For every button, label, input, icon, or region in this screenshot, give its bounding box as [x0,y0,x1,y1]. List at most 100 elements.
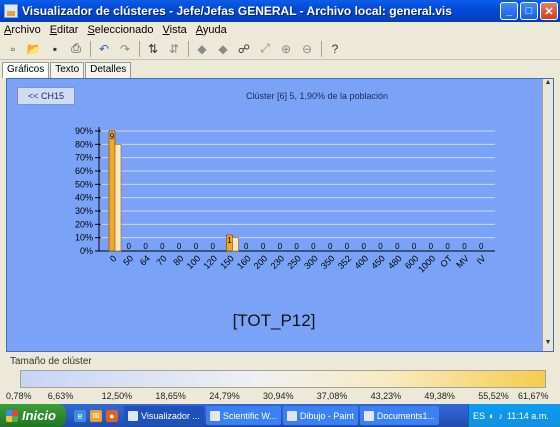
ie-icon[interactable]: e [74,409,86,422]
zoom-in-icon[interactable]: ⊕ [277,40,295,58]
data-label: 0 [479,242,484,251]
back-arrow-icon[interactable]: ◆ [193,40,211,58]
cluster-title: Clúster [6] 5, 1,90% de la población [245,91,389,101]
language-indicator[interactable]: ES [473,411,485,421]
binoculars-icon[interactable]: ☍ [235,40,253,58]
menu-archivo[interactable]: Archivo [4,24,41,36]
clock: 11:14 a.m. [506,410,549,421]
tab-graficos[interactable]: Gráficos [2,62,50,78]
x-tick-label: 250 [285,253,303,271]
task-label: Scientific W... [222,410,277,421]
open-icon[interactable]: 📂 [25,40,43,58]
data-label: 0 [261,242,266,251]
volume-icon[interactable]: ♪ [498,411,503,421]
task-label: Visualizador ... [141,410,200,421]
data-label: 0 [278,242,283,251]
y-tick-label: 20% [75,219,93,229]
tab-detalles[interactable]: Detalles [85,62,132,78]
data-label: 0 [412,242,417,251]
menu-editar[interactable]: Editar [50,24,79,36]
window-title: Visualizador de clústeres - Jefe/Jefas G… [22,4,452,18]
back-cluster-button[interactable]: << CH15 [17,87,75,105]
y-tick-label: 70% [75,153,93,163]
data-label: 0 [177,242,182,251]
x-tick-label: 1000 [416,253,437,274]
x-tick-label: 0 [108,253,119,264]
help-icon[interactable]: ? [326,40,344,58]
data-label: 1 [227,236,232,245]
data-label: 0 [194,242,199,251]
toolbar-separator [321,40,322,57]
scale-label: 55,52% [478,391,509,401]
data-label: 0 [127,242,132,251]
task-label: Dibujo - Paint [299,410,354,421]
menu-seleccionado[interactable]: Seleccionado [87,24,153,36]
scale-label: 24,79% [209,391,240,401]
y-tick-label: 30% [75,206,93,216]
scale-label: 43,23% [370,391,402,401]
redo-icon[interactable]: ↷ [116,40,134,58]
forward-arrow-icon[interactable]: ◆ [214,40,232,58]
task-scientific[interactable]: Scientific W... [205,406,281,425]
word-icon [363,410,374,421]
scale-label: 30,94% [263,391,294,401]
print-icon[interactable]: ⎙ [67,40,85,58]
scroll-down-icon[interactable]: ▼ [543,339,553,351]
minimize-button[interactable]: _ [500,2,518,20]
menu-ayuda[interactable]: Ayuda [196,24,227,36]
x-tick-label: 160 [235,253,253,271]
x-tick-label: 100 [185,253,203,271]
sort-icon[interactable]: ⇅ [144,40,162,58]
x-tick-label: 300 [302,253,320,271]
scroll-up-icon[interactable]: ▲ [543,79,553,91]
x-tick-label: 230 [269,253,287,271]
x-tick-label: 400 [352,253,370,271]
firefox-icon[interactable]: ● [106,409,118,422]
new-icon[interactable]: ▫ [4,40,22,58]
taskbar: Inicio e ✉ ● Visualizador ... Scientific… [0,404,560,427]
start-label: Inicio [22,408,56,423]
tab-texto[interactable]: Texto [50,62,85,78]
y-tick-label: 60% [75,166,93,176]
save-icon[interactable]: ▪ [46,40,64,58]
task-visualizador[interactable]: Visualizador ... [124,406,204,425]
menu-vista[interactable]: Vista [163,24,187,36]
system-tray: ES ◐ ♪ 11:14 a.m. [468,404,560,427]
toolbar: ▫ 📂 ▪ ⎙ ↶ ↷ ⇅ ⇵ ◆ ◆ ☍ ⤢ ⊕ ⊖ ? [0,38,560,60]
tray-icon[interactable]: ◐ [489,411,494,421]
undo-icon[interactable]: ↶ [95,40,113,58]
filter-icon[interactable]: ⇵ [165,40,183,58]
vertical-scrollbar[interactable]: ▲ ▼ [542,79,553,351]
close-button[interactable]: ✕ [540,2,558,20]
title-bar: Visualizador de clústeres - Jefe/Jefas G… [0,0,560,22]
x-tick-label: MV [454,253,471,270]
x-tick-label: 200 [252,253,270,271]
scale-label: 0,78% [6,391,32,401]
bar [108,130,116,252]
x-tick-label: 120 [201,253,219,271]
x-tick-label: 64 [138,253,152,267]
data-label: 0 [311,242,316,251]
app-icon [4,4,18,18]
data-label: 0 [160,242,165,251]
outlook-icon[interactable]: ✉ [90,409,102,422]
data-label: 0 [462,242,467,251]
zoom-out-icon[interactable]: ⊖ [298,40,316,58]
maximize-button[interactable]: □ [520,2,538,20]
toolbar-separator [188,40,189,57]
data-label: 9 [110,132,115,141]
windows-logo-icon [6,409,18,422]
variable-title: [TOT_P12] [232,311,316,330]
x-tick-label: 350 [319,253,337,271]
scale-label: 6,63% [47,391,74,401]
task-documents[interactable]: Documents1... [359,406,439,425]
x-tick-label: IV [475,253,488,266]
start-button[interactable]: Inicio [0,404,66,427]
x-tick-label: 450 [369,253,387,271]
task-paint[interactable]: Dibujo - Paint [282,406,358,425]
task-label: Documents1... [376,410,435,421]
x-tick-label: OT [438,253,454,269]
x-tick-label: 80 [171,253,185,267]
data-label: 0 [429,242,434,251]
fit-icon[interactable]: ⤢ [256,40,274,58]
